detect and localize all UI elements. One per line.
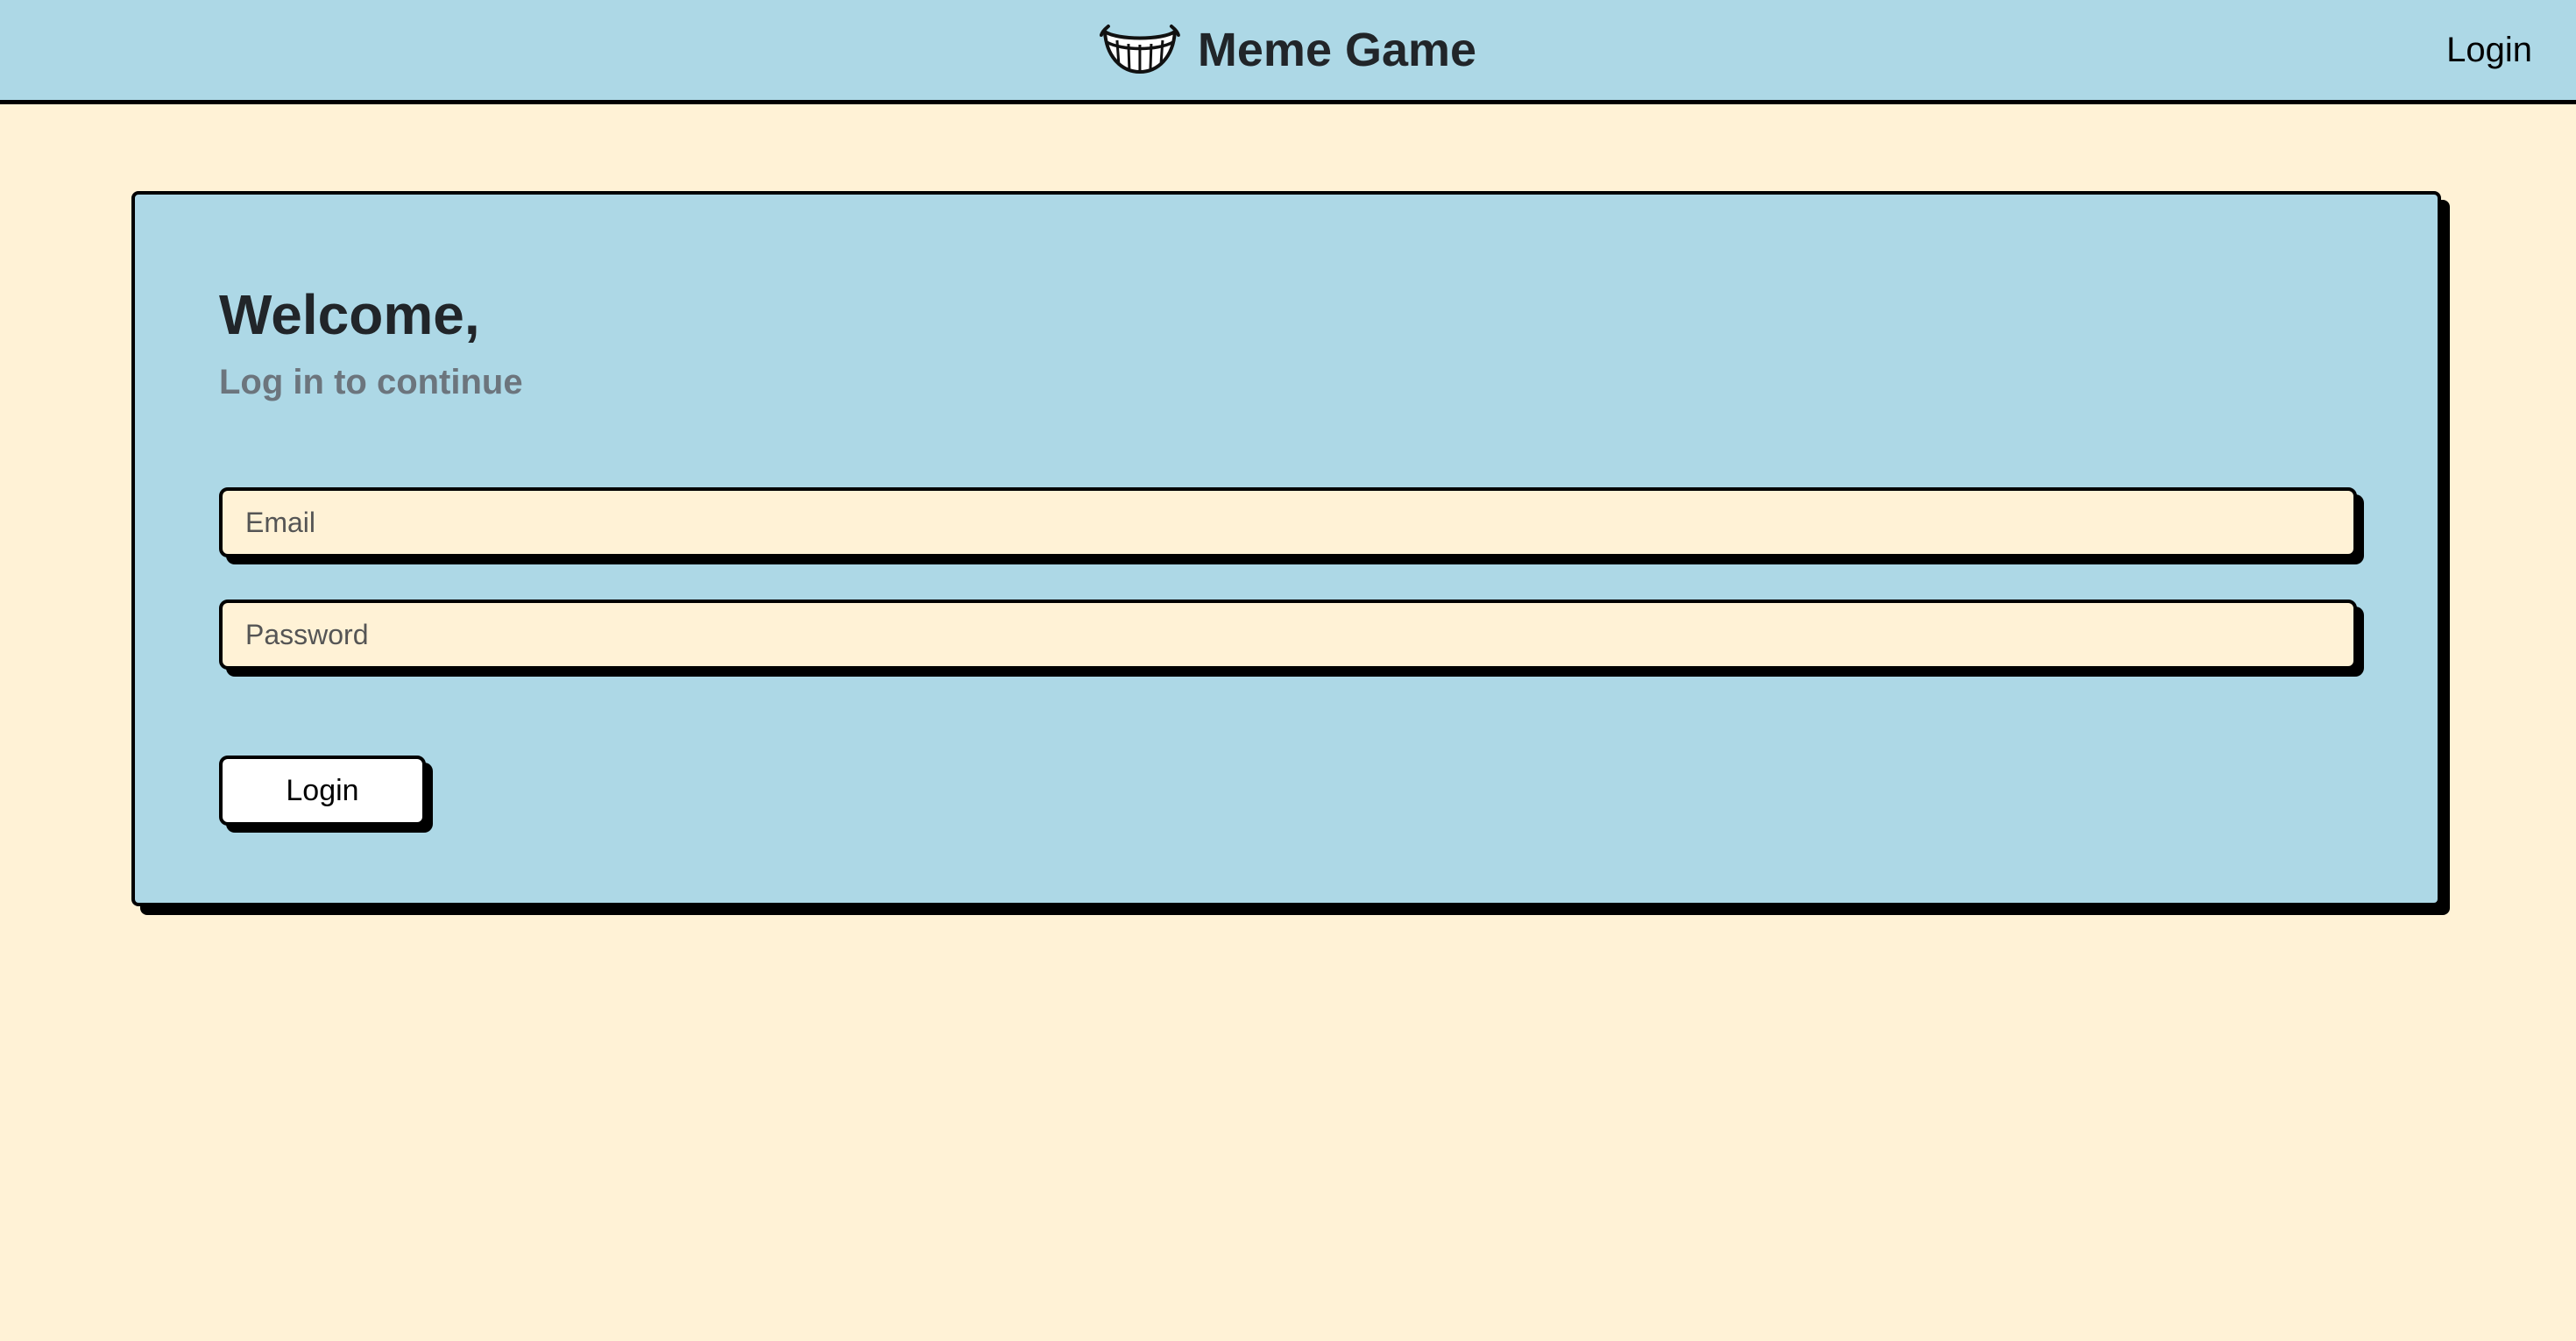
nav-login-link[interactable]: Login xyxy=(2446,0,2532,100)
brand-title: Meme Game xyxy=(1197,24,1477,76)
navbar: Meme Game Login xyxy=(0,0,2576,104)
password-field[interactable] xyxy=(219,600,2357,670)
login-button[interactable]: Login xyxy=(219,756,426,826)
login-card: Welcome, Log in to continue Login xyxy=(131,191,2441,906)
brand[interactable]: Meme Game xyxy=(1099,0,1477,100)
email-field[interactable] xyxy=(219,487,2357,557)
grin-teeth-icon xyxy=(1099,25,1180,74)
welcome-heading: Welcome, xyxy=(219,283,480,346)
login-subheading: Log in to continue xyxy=(219,363,523,401)
